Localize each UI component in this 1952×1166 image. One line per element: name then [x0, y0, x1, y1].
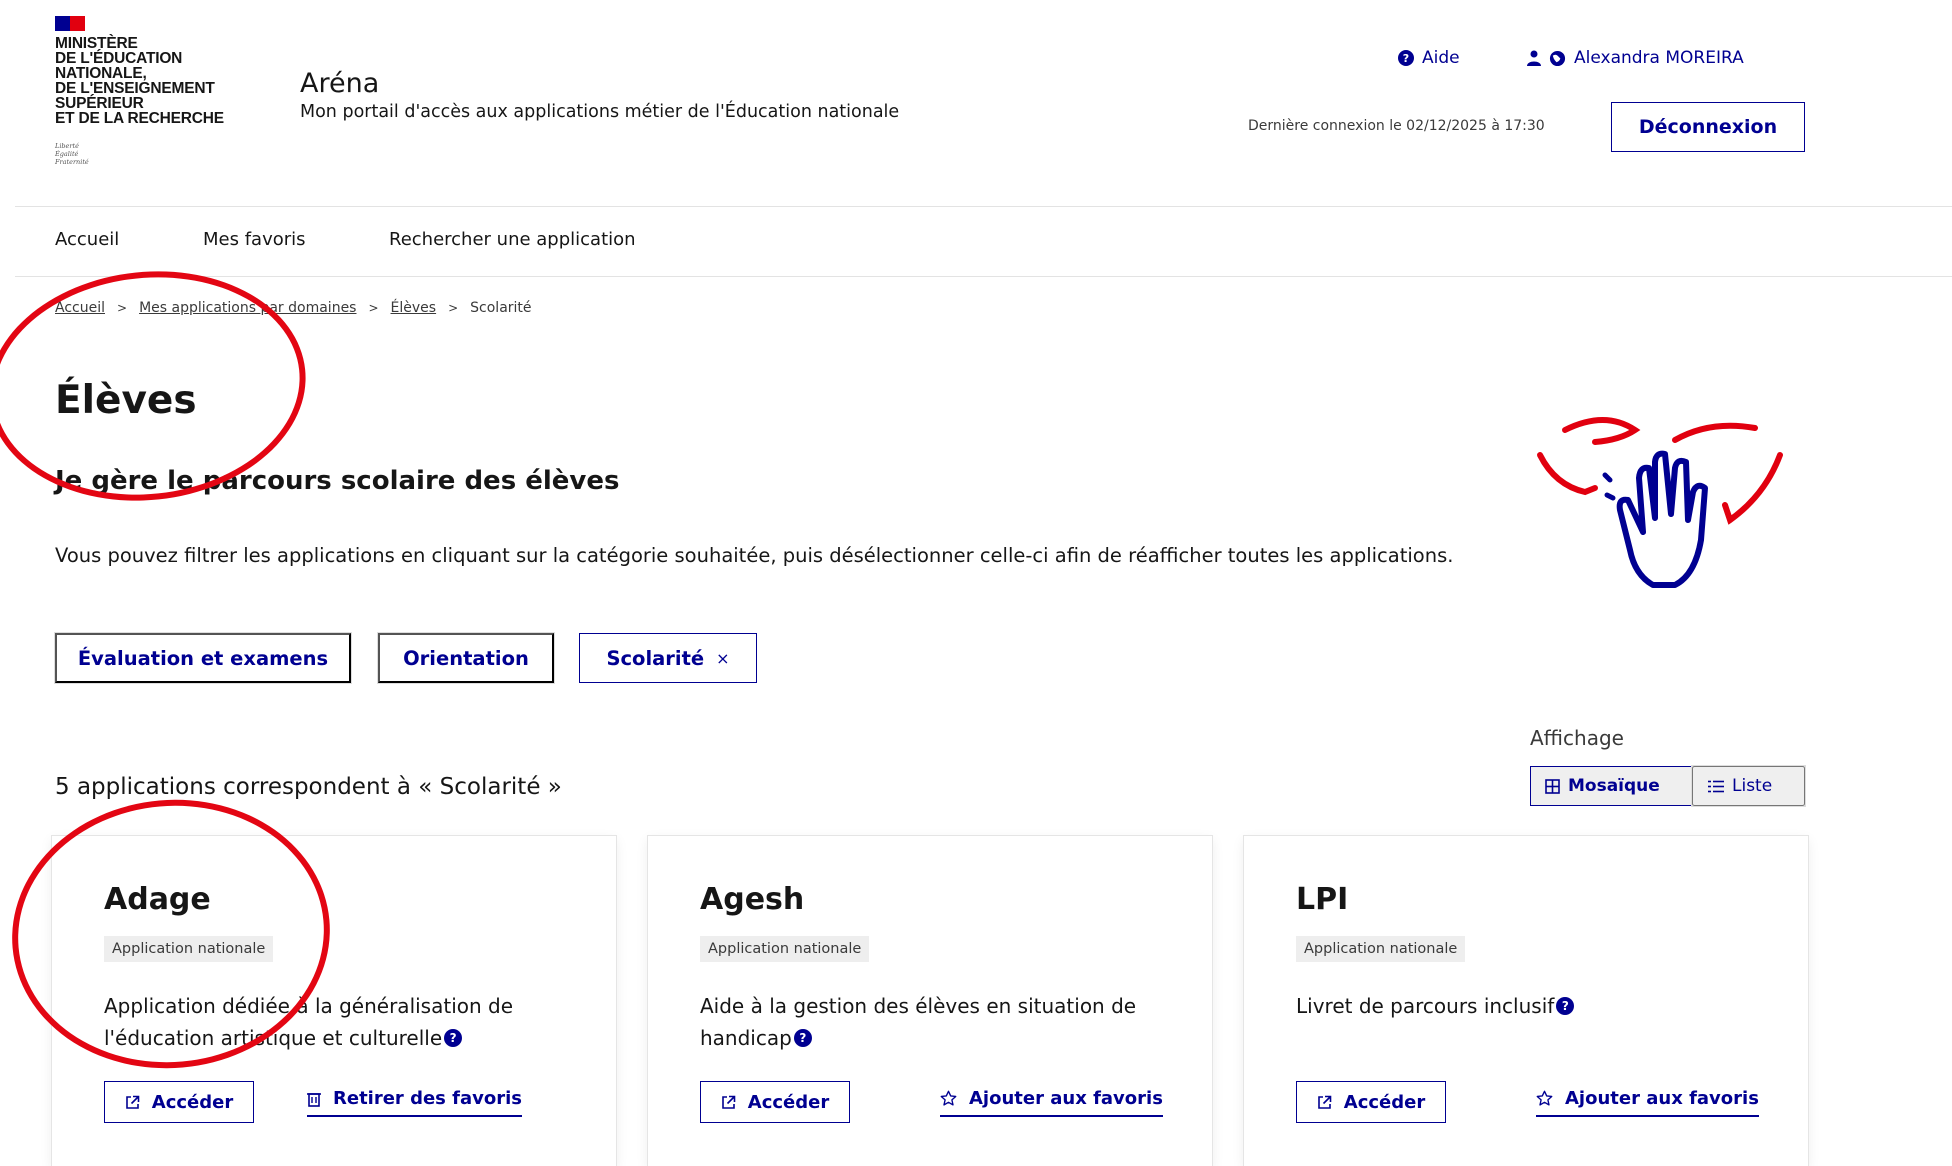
globe-icon	[1549, 50, 1566, 67]
star-icon	[1536, 1090, 1553, 1107]
site-title[interactable]: Aréna	[300, 68, 379, 99]
add-favorite-link[interactable]: Ajouter aux favoris	[1536, 1088, 1759, 1117]
app-card-description: Application dédiée à la généralisation d…	[104, 990, 574, 1054]
breadcrumb-link-domains[interactable]: Mes applications par domaines	[139, 300, 356, 316]
app-card-description: Livret de parcours inclusif?	[1296, 990, 1766, 1022]
breadcrumb-separator: >	[448, 301, 459, 315]
app-scope-badge: Application nationale	[104, 936, 274, 962]
motto-line: Égalité	[55, 150, 79, 158]
page-description: Vous pouvez filtrer les applications en …	[55, 544, 1454, 567]
close-icon: ×	[716, 648, 730, 668]
user-name: Alexandra MOREIRA	[1574, 48, 1744, 68]
favorite-label: Ajouter aux favoris	[1565, 1088, 1759, 1109]
filter-tag-orientation[interactable]: Orientation	[378, 633, 554, 683]
last-login-text: Dernière connexion le 02/12/2025 à 17:30	[1248, 118, 1545, 134]
access-button[interactable]: Accéder	[700, 1081, 850, 1123]
question-circle-icon[interactable]: ?	[1556, 996, 1575, 1015]
question-circle-icon[interactable]: ?	[444, 1028, 463, 1047]
user-icon	[1527, 50, 1541, 66]
app-card-description: Aide à la gestion des élèves en situatio…	[700, 990, 1170, 1054]
nav-divider	[15, 276, 1952, 277]
breadcrumb: Accueil > Mes applications par domaines …	[55, 300, 532, 316]
app-description-text: Aide à la gestion des élèves en situatio…	[700, 994, 1137, 1050]
access-button[interactable]: Accéder	[104, 1081, 254, 1123]
header-divider	[15, 206, 1952, 207]
site-tagline: Mon portail d'accès aux applications mét…	[300, 102, 900, 122]
republic-motto: Liberté Égalité Fraternité	[55, 142, 89, 166]
access-label: Accéder	[1343, 1091, 1426, 1113]
nav-item-search-application[interactable]: Rechercher une application	[389, 229, 636, 250]
app-card-title[interactable]: Agesh	[700, 882, 804, 917]
filter-tag-scolarite-selected[interactable]: Scolarité ×	[579, 633, 757, 683]
page-subtitle: Je gère le parcours scolaire des élèves	[55, 466, 620, 496]
marianne-flag-logo	[55, 16, 85, 31]
ministry-line: DE L'ÉDUCATION	[55, 50, 183, 67]
breadcrumb-link-students[interactable]: Élèves	[391, 300, 437, 316]
add-favorite-link[interactable]: Ajouter aux favoris	[940, 1088, 1163, 1117]
help-link[interactable]: ? Aide	[1398, 48, 1460, 68]
access-button[interactable]: Accéder	[1296, 1081, 1446, 1123]
filter-tag-label: Scolarité	[606, 646, 705, 670]
display-list-button[interactable]: Liste	[1692, 766, 1805, 806]
favorite-label: Retirer des favoris	[333, 1088, 522, 1109]
logout-button[interactable]: Déconnexion	[1611, 102, 1805, 152]
ministry-line: NATIONALE,	[55, 65, 147, 82]
motto-line: Liberté	[55, 142, 79, 150]
app-card-title[interactable]: Adage	[104, 882, 211, 917]
help-label: Aide	[1422, 48, 1460, 68]
ministry-logo-text: MINISTÈRE DE L'ÉDUCATION NATIONALE, DE L…	[55, 35, 275, 127]
question-circle-icon: ?	[1398, 50, 1414, 66]
ministry-line: SUPÉRIEUR	[55, 95, 144, 112]
motto-line: Fraternité	[55, 158, 89, 166]
grid-icon	[1545, 778, 1560, 794]
ministry-line: ET DE LA RECHERCHE	[55, 110, 224, 127]
list-icon	[1708, 780, 1724, 793]
access-label: Accéder	[747, 1091, 830, 1113]
external-link-icon	[721, 1095, 736, 1110]
question-circle-icon[interactable]: ?	[793, 1028, 812, 1047]
app-card-agesh: Agesh Application nationale Aide à la ge…	[648, 836, 1212, 1166]
results-count: 5 applications correspondent à « Scolari…	[55, 774, 562, 800]
breadcrumb-link-home[interactable]: Accueil	[55, 300, 105, 316]
page-title: Élèves	[55, 378, 197, 423]
external-link-icon	[1317, 1095, 1332, 1110]
app-card-lpi: LPI Application nationale Livret de parc…	[1244, 836, 1808, 1166]
breadcrumb-separator: >	[117, 301, 128, 315]
app-description-text: Livret de parcours inclusif	[1296, 994, 1555, 1018]
list-label: Liste	[1732, 776, 1773, 796]
access-label: Accéder	[151, 1091, 234, 1113]
nav-item-favorites[interactable]: Mes favoris	[203, 229, 306, 250]
app-scope-badge: Application nationale	[1296, 936, 1466, 962]
raised-hand-illustration	[1525, 400, 1795, 620]
ministry-line: MINISTÈRE	[55, 35, 138, 52]
trash-icon	[307, 1091, 321, 1107]
display-mosaic-button[interactable]: Mosaïque	[1530, 766, 1692, 806]
external-link-icon	[125, 1095, 140, 1110]
remove-favorite-link[interactable]: Retirer des favoris	[307, 1088, 522, 1117]
star-icon	[940, 1090, 957, 1107]
app-card-title[interactable]: LPI	[1296, 882, 1348, 917]
app-card-adage: Adage Application nationale Application …	[52, 836, 616, 1166]
breadcrumb-separator: >	[368, 301, 379, 315]
breadcrumb-current: Scolarité	[470, 300, 532, 316]
favorite-label: Ajouter aux favoris	[969, 1088, 1163, 1109]
nav-item-home[interactable]: Accueil	[55, 229, 119, 250]
filter-tag-evaluation[interactable]: Évaluation et examens	[55, 633, 351, 683]
display-mode-label: Affichage	[1530, 726, 1624, 750]
mosaic-label: Mosaïque	[1568, 776, 1660, 796]
user-account-link[interactable]: Alexandra MOREIRA	[1527, 48, 1744, 68]
ministry-line: DE L'ENSEIGNEMENT	[55, 80, 215, 97]
app-scope-badge: Application nationale	[700, 936, 870, 962]
